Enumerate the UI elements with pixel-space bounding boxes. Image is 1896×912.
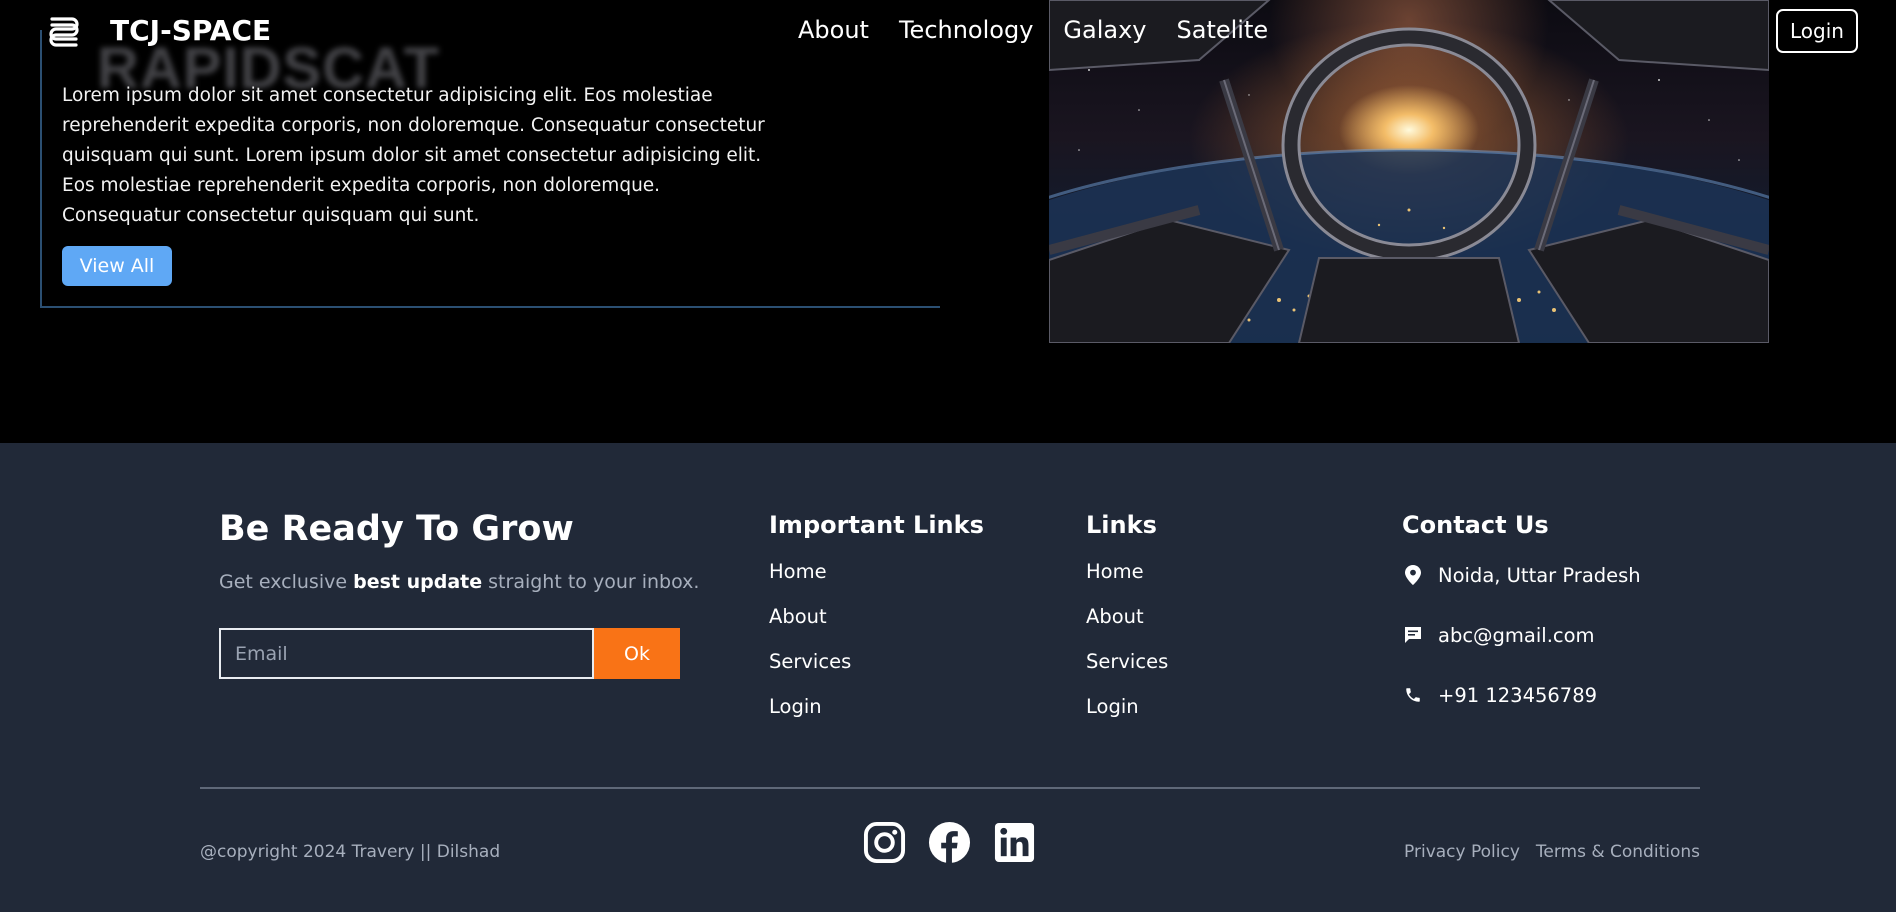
newsletter-subtitle: Get exclusive best update straight to yo… [219, 571, 699, 593]
subtitle-end: straight to your inbox. [488, 571, 700, 593]
important-link-login[interactable]: Login [769, 695, 822, 718]
important-links-title: Important Links [769, 511, 984, 539]
links-list: Home About Services Login [1086, 560, 1168, 740]
nav-link-about[interactable]: About [798, 16, 869, 44]
contact-email-text[interactable]: abc@gmail.com [1438, 624, 1595, 647]
terms-link[interactable]: Terms & Conditions [1536, 842, 1700, 862]
nav-link-satelite[interactable]: Satelite [1177, 16, 1269, 44]
nav-link-technology[interactable]: Technology [899, 16, 1033, 44]
links-title: Links [1086, 511, 1157, 539]
social-links [863, 821, 1036, 864]
location-pin-icon [1402, 564, 1424, 586]
link-services[interactable]: Services [1086, 650, 1168, 673]
nav-links: About Technology Galaxy Satelite [798, 16, 1268, 44]
important-link-services[interactable]: Services [769, 650, 851, 673]
subtitle-bold: best update [353, 571, 483, 593]
brand-name[interactable]: TCJ-SPACE [110, 14, 271, 47]
contact-phone: +91 123456789 [1402, 680, 1641, 710]
facebook-link[interactable] [928, 821, 971, 864]
important-link-about[interactable]: About [769, 605, 827, 628]
important-link-home[interactable]: Home [769, 560, 827, 583]
logo-icon[interactable] [42, 9, 86, 53]
hero-section: RAPIDSCAT Lorem ipsum dolor sit amet con… [0, 0, 1896, 443]
hero-paragraph: Lorem ipsum dolor sit amet consectetur a… [62, 85, 765, 226]
contact-list: Noida, Uttar Pradesh abc@gmail.com +91 1… [1402, 560, 1641, 710]
instagram-link[interactable] [863, 821, 906, 864]
subtitle-start: Get exclusive [219, 571, 348, 593]
legal-links: Privacy Policy Terms & Conditions [1404, 842, 1700, 862]
phone-icon [1402, 684, 1424, 706]
contact-title: Contact Us [1402, 511, 1549, 539]
contact-email: abc@gmail.com [1402, 620, 1641, 650]
linkedin-icon [994, 822, 1035, 863]
message-icon [1402, 624, 1424, 646]
nav-link-galaxy[interactable]: Galaxy [1063, 16, 1146, 44]
link-login[interactable]: Login [1086, 695, 1139, 718]
privacy-policy-link[interactable]: Privacy Policy [1404, 842, 1520, 862]
page: RAPIDSCAT Lorem ipsum dolor sit amet con… [0, 0, 1896, 912]
facebook-icon [928, 821, 971, 864]
navbar: TCJ-SPACE About Technology Galaxy Sateli… [0, 0, 1896, 64]
instagram-icon [863, 821, 906, 864]
linkedin-link[interactable] [993, 821, 1036, 864]
copyright: @copyright 2024 Travery || Dilshad [200, 842, 501, 862]
ok-button[interactable]: Ok [594, 628, 680, 679]
link-home[interactable]: Home [1086, 560, 1144, 583]
newsletter-title: Be Ready To Grow [219, 509, 574, 549]
login-button[interactable]: Login [1776, 9, 1858, 53]
contact-address-text: Noida, Uttar Pradesh [1438, 563, 1641, 587]
contact-phone-text[interactable]: +91 123456789 [1438, 684, 1597, 707]
footer: Be Ready To Grow Get exclusive best upda… [0, 443, 1896, 912]
footer-divider [200, 787, 1700, 789]
important-links-list: Home About Services Login [769, 560, 851, 740]
email-input[interactable] [219, 628, 594, 679]
view-all-button[interactable]: View All [62, 246, 172, 286]
contact-address: Noida, Uttar Pradesh [1402, 560, 1641, 590]
link-about[interactable]: About [1086, 605, 1144, 628]
